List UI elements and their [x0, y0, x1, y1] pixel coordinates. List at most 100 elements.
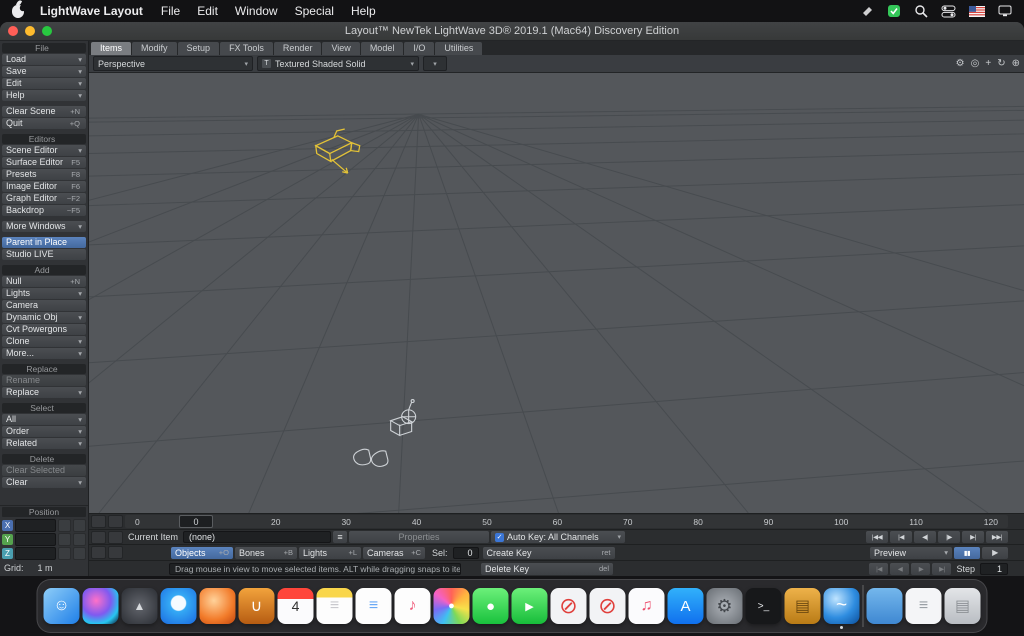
- edit-mode-button[interactable]: Cameras +C: [363, 547, 425, 559]
- spotlight-icon[interactable]: [914, 4, 928, 18]
- tab[interactable]: Items: [91, 42, 131, 55]
- folder-icon[interactable]: [867, 588, 903, 624]
- tab[interactable]: Render: [274, 42, 322, 55]
- pan-view-icon[interactable]: +: [985, 56, 991, 71]
- transport-button[interactable]: |◀: [890, 531, 912, 543]
- menu-item[interactable]: Window: [235, 4, 278, 18]
- documents-icon[interactable]: ≡: [906, 588, 942, 624]
- tab[interactable]: Modify: [132, 42, 177, 55]
- transport-button[interactable]: ▶▶|: [986, 531, 1008, 543]
- sidebar-item[interactable]: Clear Scene +N: [2, 106, 86, 117]
- scene-object[interactable]: [354, 400, 416, 467]
- zoom-view-icon[interactable]: ⊕: [1012, 56, 1020, 71]
- control-center-icon[interactable]: [941, 5, 956, 18]
- sidebar-item[interactable]: Quit +Q: [2, 118, 86, 129]
- settings-icon[interactable]: ⚙: [956, 56, 965, 71]
- sidebar-item[interactable]: Replace ▾: [2, 387, 86, 398]
- trash-icon[interactable]: ▤: [945, 588, 981, 624]
- current-frame-handle[interactable]: 0: [179, 515, 213, 528]
- apple-menu-icon[interactable]: [12, 5, 24, 18]
- tab[interactable]: Setup: [178, 42, 220, 55]
- menu-item[interactable]: Edit: [197, 4, 218, 18]
- sidebar-item[interactable]: Parent in Place: [2, 237, 86, 248]
- timeline-mini-button[interactable]: [108, 515, 123, 528]
- sidebar-item[interactable]: Help ▾: [2, 90, 86, 101]
- window-titlebar[interactable]: Layout™ NewTek LightWave 3D® 2019.1 (Mac…: [0, 22, 1024, 41]
- green-check-menu-icon[interactable]: [887, 4, 901, 18]
- finder-icon[interactable]: ☺: [44, 588, 80, 624]
- transport-button[interactable]: |▶: [938, 531, 960, 543]
- axis-mini-button[interactable]: [58, 533, 71, 546]
- rotate-view-icon[interactable]: ↻: [997, 56, 1005, 71]
- photos-icon[interactable]: ●: [434, 588, 470, 624]
- sidebar-item[interactable]: Order ▾: [2, 426, 86, 437]
- view-mode-dropdown[interactable]: Perspective ▾: [93, 56, 253, 71]
- transport-button[interactable]: ▶|: [962, 531, 984, 543]
- itunes-icon[interactable]: ♫: [629, 588, 665, 624]
- tab[interactable]: FX Tools: [220, 42, 273, 55]
- axis-value-field[interactable]: [15, 547, 56, 560]
- pause-button[interactable]: ▮▮: [954, 547, 980, 559]
- viewport-options-dropdown[interactable]: ▾: [423, 56, 447, 71]
- axis-mini-button[interactable]: [58, 519, 71, 532]
- sidebar-item[interactable]: Clear ▾: [2, 477, 86, 488]
- transport-button[interactable]: ◀|: [914, 531, 936, 543]
- edit-mode-button[interactable]: Objects +O: [171, 547, 233, 559]
- sidebar-item[interactable]: Studio LIVE: [2, 249, 86, 260]
- lightwave-icon[interactable]: ~: [824, 588, 860, 624]
- sidebar-item[interactable]: More Windows ▾: [2, 221, 86, 232]
- tab[interactable]: View: [322, 42, 359, 55]
- perspective-viewport[interactable]: [89, 73, 1024, 513]
- sidebar-item[interactable]: Dynamic Obj ▾: [2, 312, 86, 323]
- row-mini-button[interactable]: [108, 546, 123, 559]
- sidebar-item[interactable]: Image Editor F6: [2, 181, 86, 192]
- display-options-icon[interactable]: ◎: [971, 56, 980, 71]
- notes-icon[interactable]: ≡: [317, 588, 353, 624]
- zoom-window-button[interactable]: [42, 26, 52, 36]
- sidebar-item[interactable]: Related ▾: [2, 438, 86, 449]
- timeline-mini-button[interactable]: [91, 515, 106, 528]
- menu-item[interactable]: Special: [295, 4, 334, 18]
- menu-item[interactable]: Help: [351, 4, 376, 18]
- sidebar-item[interactable]: Presets F8: [2, 169, 86, 180]
- axis-mini-button[interactable]: [58, 547, 71, 560]
- keyframe-nav-button[interactable]: ▶|: [932, 563, 951, 575]
- sidebar-item[interactable]: Clone ▾: [2, 336, 86, 347]
- delete-key-button[interactable]: Delete Key del: [481, 563, 613, 575]
- terminal-icon[interactable]: >_: [746, 588, 782, 624]
- axis-value-field[interactable]: [15, 533, 56, 546]
- sidebar-item[interactable]: Edit ▾: [2, 78, 86, 89]
- item-list-button[interactable]: ≡: [333, 531, 347, 543]
- keyframe-nav-button[interactable]: ▶: [911, 563, 930, 575]
- siri-icon[interactable]: [83, 588, 119, 624]
- sidebar-item[interactable]: Camera: [2, 300, 86, 311]
- row-mini-button[interactable]: [91, 546, 106, 559]
- tab[interactable]: I/O: [404, 42, 434, 55]
- menu-extra-icon[interactable]: [861, 5, 874, 18]
- axis-value-field[interactable]: [15, 519, 56, 532]
- tab[interactable]: Model: [361, 42, 404, 55]
- sidebar-item[interactable]: Lights ▾: [2, 288, 86, 299]
- create-key-button[interactable]: Create Key ret: [483, 547, 615, 559]
- sidebar-item[interactable]: Backdrop ~F5: [2, 205, 86, 216]
- displays-menu-icon[interactable]: [998, 5, 1012, 17]
- timeline-ruler[interactable]: 0102030405060708090100110120 0: [125, 515, 1008, 528]
- app-store-icon[interactable]: A: [668, 588, 704, 624]
- tab[interactable]: Utilities: [435, 42, 482, 55]
- checkbox-checked-icon[interactable]: ✓: [495, 533, 504, 542]
- launchpad-icon[interactable]: ▲: [122, 588, 158, 624]
- archive-app-icon[interactable]: ▤: [785, 588, 821, 624]
- books-icon[interactable]: ∪: [239, 588, 275, 624]
- transport-button[interactable]: |◀◀: [866, 531, 888, 543]
- sidebar-item[interactable]: More... ▾: [2, 348, 86, 359]
- sidebar-item[interactable]: Null +N: [2, 276, 86, 287]
- edit-mode-button[interactable]: Lights +L: [299, 547, 361, 559]
- edit-mode-button[interactable]: Bones +B: [235, 547, 297, 559]
- current-item-dropdown[interactable]: (none): [183, 531, 331, 543]
- input-source-flag-icon[interactable]: [969, 6, 985, 17]
- row-mini-button[interactable]: [91, 531, 106, 544]
- sidebar-item[interactable]: Save ▾: [2, 66, 86, 77]
- play-button[interactable]: ▶: [982, 547, 1008, 559]
- sidebar-item[interactable]: Graph Editor ~F2: [2, 193, 86, 204]
- system-preferences-icon[interactable]: ⚙: [707, 588, 743, 624]
